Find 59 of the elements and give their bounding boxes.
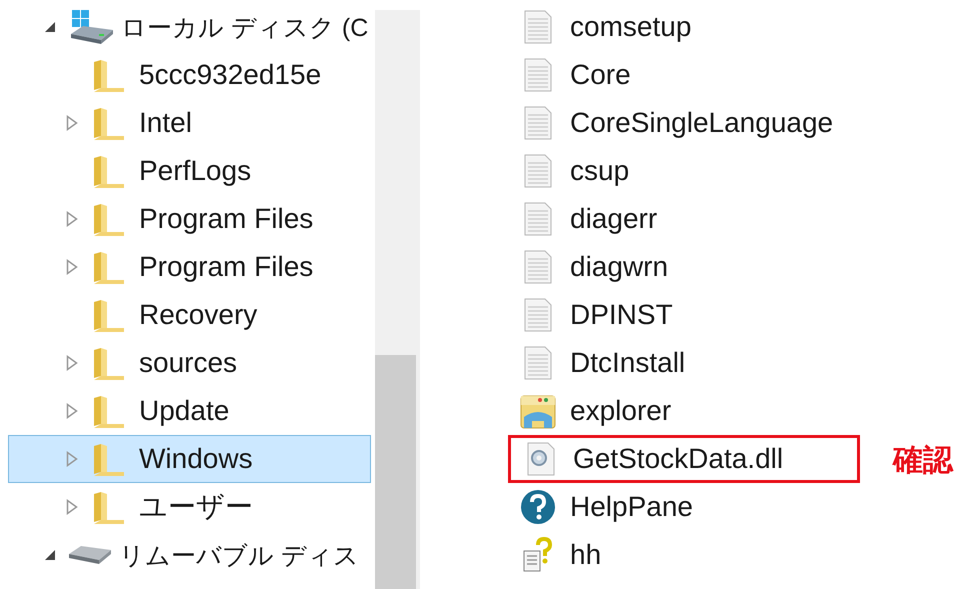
folder-label[interactable]: PerfLogs	[139, 155, 252, 187]
folder-label[interactable]: 5ccc932ed15e	[139, 59, 322, 91]
file-name[interactable]: diagwrn	[570, 251, 668, 283]
annotation-label: 確認	[893, 443, 953, 479]
help-document-icon	[522, 537, 554, 573]
file-name[interactable]: Core	[570, 59, 631, 91]
document-icon	[523, 106, 553, 140]
folder-icon	[91, 250, 127, 284]
document-icon	[523, 10, 553, 44]
file-name[interactable]: comsetup	[570, 11, 692, 43]
folder-icon	[91, 490, 127, 524]
file-name[interactable]: csup	[570, 155, 630, 187]
gear-document-icon	[526, 442, 556, 476]
folder-label[interactable]: ユーザー	[139, 488, 253, 526]
drive-icon	[69, 10, 115, 44]
folder-icon	[91, 106, 127, 140]
collapsed-arrow-icon[interactable]	[66, 451, 78, 467]
collapsed-arrow-icon[interactable]	[66, 355, 78, 371]
drive-label[interactable]: リムーバブル ディス	[119, 538, 359, 572]
folder-label[interactable]: Program Files	[139, 251, 314, 283]
selected-tree-item[interactable]: Windows	[8, 435, 371, 483]
help-icon	[520, 489, 556, 525]
document-icon	[523, 154, 553, 188]
folder-icon	[91, 442, 127, 476]
file-name[interactable]: hh	[570, 539, 602, 571]
document-icon	[523, 250, 553, 284]
file-name[interactable]: diagerr	[570, 203, 658, 235]
collapsed-arrow-icon[interactable]	[66, 499, 78, 515]
file-name[interactable]: GetStockData.dll	[573, 443, 784, 475]
folder-icon	[91, 346, 127, 380]
document-icon	[523, 58, 553, 92]
folder-icon	[91, 154, 127, 188]
collapsed-arrow-icon[interactable]	[66, 259, 78, 275]
file-name[interactable]: DPINST	[570, 299, 673, 331]
file-name[interactable]: HelpPane	[570, 491, 693, 523]
drive-label[interactable]: ローカル ディスク (C	[121, 10, 368, 44]
document-icon	[523, 202, 553, 236]
folder-label[interactable]: Update	[139, 395, 230, 427]
folder-label[interactable]: Program Files	[139, 203, 314, 235]
folder-label[interactable]: Windows	[139, 443, 253, 475]
folder-icon	[91, 298, 127, 332]
document-icon	[523, 346, 553, 380]
file-name[interactable]: DtcInstall	[570, 347, 686, 379]
removable-drive-icon	[69, 546, 111, 564]
folder-label[interactable]: Intel	[139, 107, 192, 139]
file-name[interactable]: CoreSingleLanguage	[570, 107, 834, 139]
expanded-arrow-icon[interactable]	[44, 21, 56, 33]
folder-label[interactable]: Recovery	[139, 299, 258, 331]
expanded-arrow-icon[interactable]	[44, 549, 56, 561]
folder-icon	[91, 394, 127, 428]
folder-icon	[91, 202, 127, 236]
folder-icon	[91, 58, 127, 92]
file-name[interactable]: explorer	[570, 395, 672, 427]
folder-label[interactable]: sources	[139, 347, 238, 379]
collapsed-arrow-icon[interactable]	[66, 403, 78, 419]
collapsed-arrow-icon[interactable]	[66, 115, 78, 131]
collapsed-arrow-icon[interactable]	[66, 211, 78, 227]
document-icon	[523, 298, 553, 332]
folder-window-icon	[520, 393, 556, 429]
